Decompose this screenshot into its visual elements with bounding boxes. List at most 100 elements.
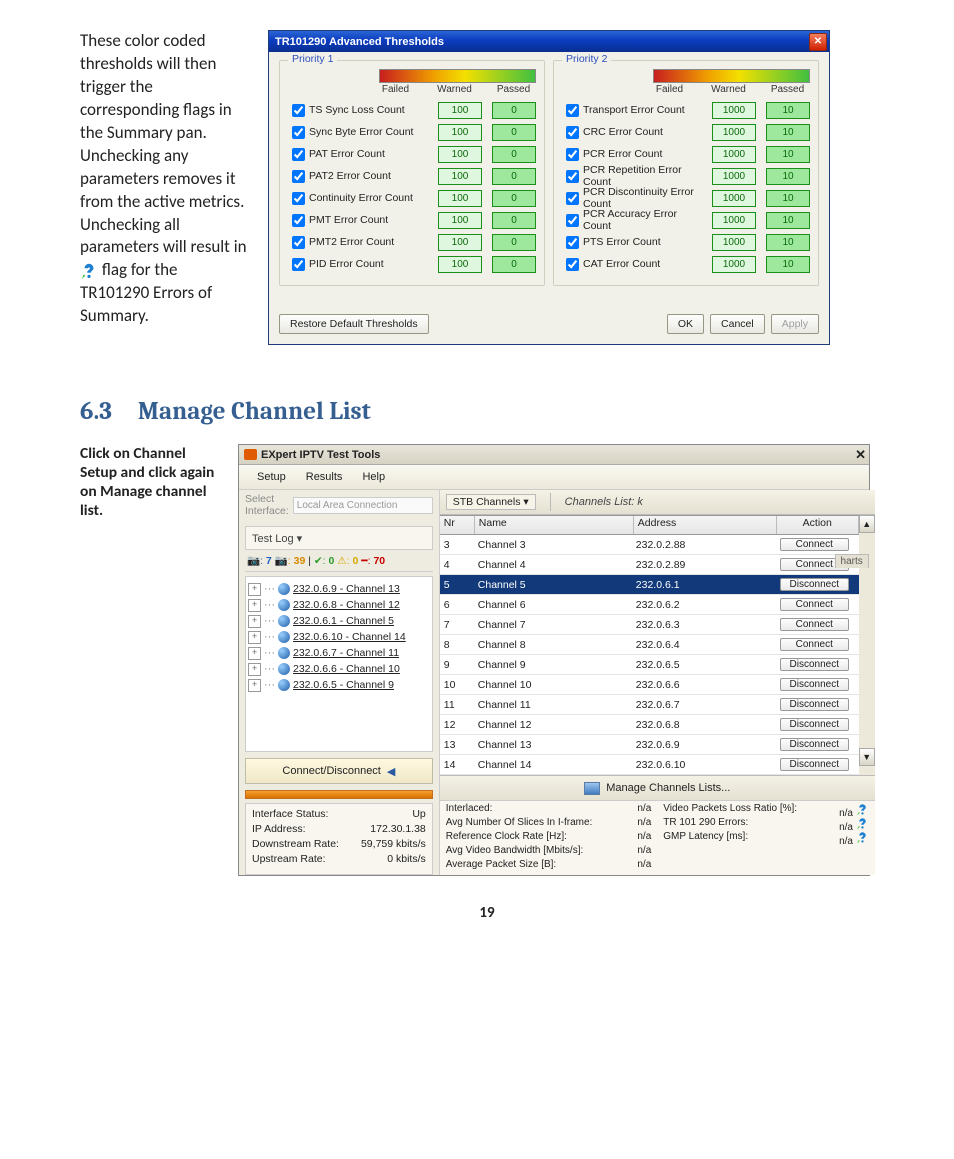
failed-value[interactable]: 1000	[712, 146, 756, 163]
expand-icon[interactable]: +	[248, 583, 261, 596]
warned-value[interactable]: 0	[492, 212, 536, 229]
failed-value[interactable]: 100	[438, 102, 482, 119]
interface-input[interactable]	[293, 497, 433, 514]
menu-setup[interactable]: Setup	[257, 471, 286, 483]
threshold-checkbox[interactable]	[292, 104, 305, 117]
threshold-checkbox[interactable]	[292, 214, 305, 227]
warned-value[interactable]: 10	[766, 190, 810, 207]
warned-value[interactable]: 10	[766, 146, 810, 163]
failed-value[interactable]: 1000	[712, 168, 756, 185]
table-row[interactable]: 7 Channel 7 232.0.6.3 Connect	[440, 615, 859, 635]
threshold-checkbox[interactable]	[292, 126, 305, 139]
failed-value[interactable]: 1000	[712, 124, 756, 141]
table-row[interactable]: 6 Channel 6 232.0.6.2 Connect	[440, 595, 859, 615]
expand-icon[interactable]: +	[248, 631, 261, 644]
table-row[interactable]: 11 Channel 11 232.0.6.7 Disconnect	[440, 695, 859, 715]
close-icon[interactable]: ✕	[809, 33, 827, 51]
warned-value[interactable]: 10	[766, 168, 810, 185]
table-row[interactable]: 10 Channel 10 232.0.6.6 Disconnect	[440, 675, 859, 695]
threshold-checkbox[interactable]	[566, 214, 579, 227]
threshold-checkbox[interactable]	[292, 192, 305, 205]
threshold-checkbox[interactable]	[566, 126, 579, 139]
table-row[interactable]: 14 Channel 14 232.0.6.10 Disconnect	[440, 755, 859, 775]
warned-value[interactable]: 0	[492, 124, 536, 141]
expand-icon[interactable]: +	[248, 599, 261, 612]
close-icon[interactable]: ✕	[855, 447, 866, 463]
table-row[interactable]: 4 Channel 4 232.0.2.89 Connect	[440, 555, 859, 575]
tree-item[interactable]: + ··· 232.0.6.10 - Channel 14	[248, 629, 430, 645]
table-row[interactable]: 13 Channel 13 232.0.6.9 Disconnect	[440, 735, 859, 755]
threshold-checkbox[interactable]	[292, 258, 305, 271]
threshold-checkbox[interactable]	[292, 236, 305, 249]
warned-value[interactable]: 10	[766, 102, 810, 119]
threshold-checkbox[interactable]	[566, 192, 579, 205]
warned-value[interactable]: 10	[766, 124, 810, 141]
threshold-checkbox[interactable]	[566, 170, 579, 183]
warned-value[interactable]: 0	[492, 234, 536, 251]
failed-value[interactable]: 100	[438, 212, 482, 229]
connect-disconnect-button[interactable]: Connect/Disconnect ◀	[245, 758, 433, 784]
warned-value[interactable]: 0	[492, 102, 536, 119]
action-button[interactable]: Connect	[780, 598, 849, 611]
action-button[interactable]: Disconnect	[780, 658, 849, 671]
threshold-checkbox[interactable]	[292, 170, 305, 183]
tree-item[interactable]: + ··· 232.0.6.8 - Channel 12	[248, 597, 430, 613]
tree-item[interactable]: + ··· 232.0.6.1 - Channel 5	[248, 613, 430, 629]
warned-value[interactable]: 0	[492, 168, 536, 185]
threshold-checkbox[interactable]	[566, 148, 579, 161]
threshold-checkbox[interactable]	[566, 104, 579, 117]
channel-tree[interactable]: + ··· 232.0.6.9 - Channel 13 + ··· 232.0…	[245, 576, 433, 752]
failed-value[interactable]: 100	[438, 168, 482, 185]
action-button[interactable]: Connect	[780, 618, 849, 631]
failed-value[interactable]: 1000	[712, 102, 756, 119]
threshold-checkbox[interactable]	[566, 258, 579, 271]
table-row[interactable]: 9 Channel 9 232.0.6.5 Disconnect	[440, 655, 859, 675]
failed-value[interactable]: 100	[438, 256, 482, 273]
warned-value[interactable]: 10	[766, 256, 810, 273]
threshold-checkbox[interactable]	[292, 148, 305, 161]
failed-value[interactable]: 100	[438, 234, 482, 251]
tree-item[interactable]: + ··· 232.0.6.5 - Channel 9	[248, 677, 430, 693]
table-row[interactable]: 8 Channel 8 232.0.6.4 Connect	[440, 635, 859, 655]
warned-value[interactable]: 0	[492, 190, 536, 207]
table-row[interactable]: 12 Channel 12 232.0.6.8 Disconnect	[440, 715, 859, 735]
restore-defaults-button[interactable]: Restore Default Thresholds	[279, 314, 429, 334]
action-button[interactable]: Disconnect	[780, 578, 849, 591]
test-log-dropdown[interactable]: Test Log ▾	[245, 526, 433, 550]
failed-value[interactable]: 100	[438, 124, 482, 141]
action-button[interactable]: Disconnect	[780, 718, 849, 731]
expand-icon[interactable]: +	[248, 615, 261, 628]
tree-item[interactable]: + ··· 232.0.6.6 - Channel 10	[248, 661, 430, 677]
warned-value[interactable]: 10	[766, 234, 810, 251]
action-button[interactable]: Disconnect	[780, 678, 849, 691]
action-button[interactable]: Connect	[780, 638, 849, 651]
action-button[interactable]: Disconnect	[780, 738, 849, 751]
failed-value[interactable]: 1000	[712, 190, 756, 207]
expand-icon[interactable]: +	[248, 663, 261, 676]
apply-button[interactable]: Apply	[771, 314, 819, 334]
menu-help[interactable]: Help	[362, 471, 385, 483]
warned-value[interactable]: 0	[492, 256, 536, 273]
expand-icon[interactable]: +	[248, 679, 261, 692]
expand-icon[interactable]: +	[248, 647, 261, 660]
charts-tab[interactable]: harts	[835, 554, 869, 568]
tree-item[interactable]: + ··· 232.0.6.7 - Channel 11	[248, 645, 430, 661]
action-button[interactable]: Connect	[780, 538, 849, 551]
manage-channels-button[interactable]: Manage Channels Lists...	[440, 775, 875, 800]
cancel-button[interactable]: Cancel	[710, 314, 765, 334]
stb-channels-dropdown[interactable]: STB Channels ▾	[446, 494, 536, 510]
ok-button[interactable]: OK	[667, 314, 704, 334]
failed-value[interactable]: 1000	[712, 212, 756, 229]
table-row[interactable]: 3 Channel 3 232.0.2.88 Connect	[440, 535, 859, 555]
warned-value[interactable]: 0	[492, 146, 536, 163]
failed-value[interactable]: 100	[438, 146, 482, 163]
failed-value[interactable]: 1000	[712, 234, 756, 251]
menu-results[interactable]: Results	[306, 471, 343, 483]
table-row[interactable]: 5 Channel 5 232.0.6.1 Disconnect	[440, 575, 859, 595]
failed-value[interactable]: 1000	[712, 256, 756, 273]
action-button[interactable]: Disconnect	[780, 758, 849, 771]
failed-value[interactable]: 100	[438, 190, 482, 207]
action-button[interactable]: Disconnect	[780, 698, 849, 711]
threshold-checkbox[interactable]	[566, 236, 579, 249]
tree-item[interactable]: + ··· 232.0.6.9 - Channel 13	[248, 581, 430, 597]
